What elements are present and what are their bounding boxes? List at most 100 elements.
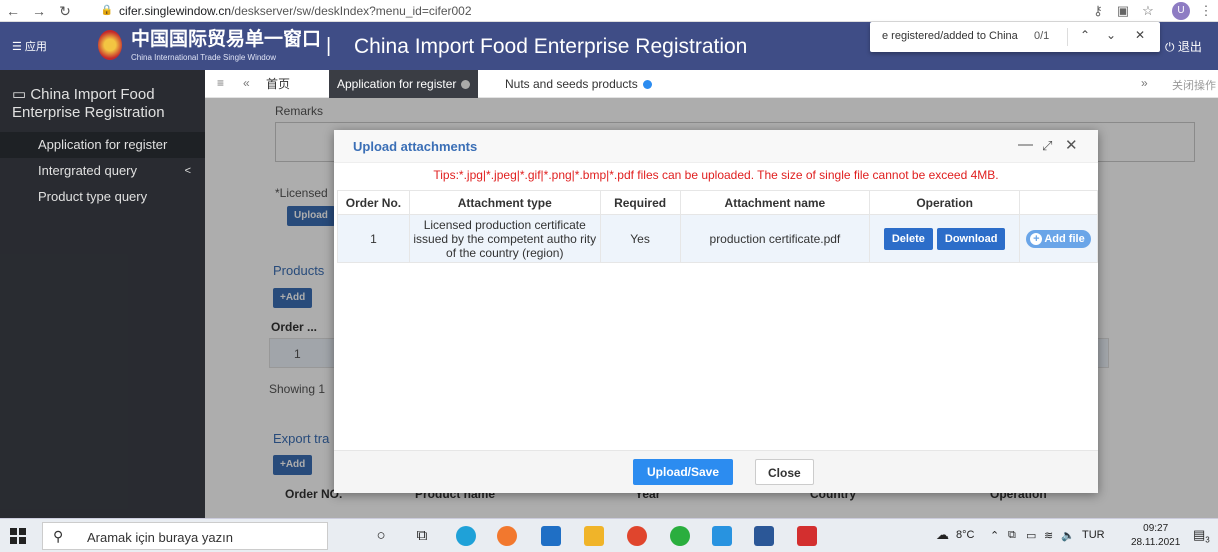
word-icon[interactable] [754,526,774,546]
find-close-icon[interactable]: ✕ [1132,28,1148,42]
taskbar-search-input[interactable]: ⚲ Aramak için buraya yazın [42,522,328,550]
dialog-footer: Upload/Save Close [334,450,1098,493]
app-menu-label: 应用 [24,41,47,53]
wifi-icon[interactable]: ≋ [1044,529,1053,542]
find-prev-icon[interactable]: ⌃ [1077,28,1093,42]
column-header-empty [1019,190,1098,215]
maximize-icon[interactable]: ⤢ [1042,138,1052,154]
tab-close-icon[interactable] [642,80,652,89]
scroll-right-icon[interactable]: » [1141,76,1148,90]
task-view-icon[interactable]: ⧉ [412,526,432,546]
add-file-cell: + Add file [1019,214,1098,263]
wechat-icon[interactable] [670,526,690,546]
column-header: Required [599,190,681,215]
address-bar[interactable]: cifer.singlewindow.cn/deskserver/sw/desk… [119,3,472,19]
emblem-logo [98,30,122,60]
edge-icon[interactable] [456,526,476,546]
notification-icon[interactable]: ▤3 [1193,527,1210,545]
tab-label: 首页 [266,77,291,91]
close-operations-menu[interactable]: 关闭操作 [1172,77,1216,93]
dialog-title: Upload attachments [353,139,478,154]
add-file-button[interactable]: + Add file [1026,229,1091,248]
delete-button[interactable]: Delete [883,227,933,250]
temperature-text: 8°C [956,529,975,541]
tab-nuts-seeds[interactable]: Nuts and seeds products [497,70,660,98]
scroll-left-icon[interactable]: « [243,76,250,90]
upload-save-button[interactable]: Upload/Save [633,459,734,485]
tab-bar: ≡ « 首页 Application for register Nuts and… [205,70,1218,98]
find-next-icon[interactable]: ⌄ [1103,28,1119,42]
battery-icon[interactable]: ▭ [1026,529,1036,542]
chrome-icon[interactable] [627,526,647,546]
date-text: 28.11.2021 [1131,537,1181,548]
browser-toolbar: ← → ↻ 🔒 cifer.singlewindow.cn/deskserver… [0,0,1218,22]
pdf-reader-icon[interactable] [797,526,817,546]
tab-application[interactable]: Application for register [329,70,479,98]
browser-menu-icon[interactable]: ⋮ [1196,2,1216,20]
windows-start-icon[interactable] [10,528,26,544]
order-cell: 1 [337,214,410,263]
extension-icon[interactable]: ▣ [1113,2,1133,20]
operation-cell: Delete Download [869,214,1021,263]
sidebar-backdrop [0,70,205,518]
required-cell: Yes [599,214,681,263]
weather-icon[interactable]: ☁ [936,527,949,543]
logout-button[interactable]: ⏻ 退出 [1165,38,1202,55]
tab-label: Application for register [337,77,457,91]
store-icon[interactable] [541,526,561,546]
column-header: Attachment type [408,190,601,215]
hamburger-icon[interactable]: ≡ [217,76,224,90]
notification-count: 3 [1205,535,1210,545]
dialog-header: Upload attachments — ⤢ ✕ [334,130,1098,163]
search-icon: ⚲ [53,528,64,544]
photos-icon[interactable] [712,526,732,546]
url-host: cifer.singlewindow.cn [119,4,232,18]
firefox-icon[interactable] [497,526,517,546]
search-placeholder: Aramak için buraya yazın [87,530,233,545]
logout-label: 退出 [1177,40,1202,54]
forward-icon[interactable]: → [30,2,48,20]
tab-close-icon[interactable] [461,80,471,89]
lock-icon: 🔒 [100,5,114,16]
attachment-type-cell: Licensed production certificate issued b… [408,214,601,263]
table-row: 1 Licensed production certificate issued… [337,214,1098,263]
profile-avatar[interactable]: U [1172,2,1190,20]
attachment-name-cell: production certificate.pdf [679,214,871,263]
find-in-page-bar: e registered/added to China 0/1 ⌃ ⌄ ✕ [870,22,1160,52]
column-header: Operation [869,190,1021,215]
network-icon[interactable]: ⧉ [1008,529,1016,542]
upload-tips: Tips:*.jpg|*.jpeg|*.gif|*.png|*.bmp|*.pd… [433,168,999,182]
add-file-label: Add file [1044,232,1085,245]
bookmark-star-icon[interactable]: ☆ [1138,2,1158,20]
column-header: Attachment name [679,190,871,215]
clock[interactable]: 09:27 28.11.2021 [1131,522,1180,550]
volume-icon[interactable]: 🔈 [1061,529,1075,542]
close-button[interactable]: Close [755,459,814,485]
windows-taskbar: ⚲ Aramak için buraya yazın ○ ⧉ ☁ 8°C ⌃ ⧉… [0,518,1218,552]
cortana-icon[interactable]: ○ [371,526,391,546]
back-icon[interactable]: ← [4,2,22,20]
attachments-table: Order No. Attachment type Required Attac… [337,190,1098,263]
column-header: Order No. [337,190,410,215]
upload-attachments-dialog: Upload attachments — ⤢ ✕ Tips:*.jpg|*.jp… [334,130,1098,493]
time-text: 09:27 [1143,523,1169,534]
tab-home[interactable]: 首页 [258,70,298,98]
table-header-row: Order No. Attachment type Required Attac… [337,190,1098,215]
file-explorer-icon[interactable] [584,526,604,546]
download-button[interactable]: Download [936,227,1006,250]
tray-up-icon[interactable]: ⌃ [990,529,999,542]
url-path: /deskserver/sw/deskIndex?menu_id=cifer00… [231,4,472,18]
reload-icon[interactable]: ↻ [56,2,74,20]
page-title: China Import Food Enterprise Registratio… [354,35,748,58]
tab-label: Nuts and seeds products [505,77,638,91]
language-indicator[interactable]: TUR [1082,529,1105,541]
close-icon[interactable]: ✕ [1065,136,1078,154]
app-menu-button[interactable]: ☰ 应用 [12,38,47,54]
key-icon[interactable]: ⚷ [1088,2,1108,20]
logo-chinese-text: 中国国际贸易单一窗口 [131,29,322,50]
logo-english-text: China International Trade Single Window [131,53,276,62]
find-input[interactable]: e registered/added to China [882,30,1030,42]
minimize-icon[interactable]: — [1018,136,1033,153]
header-separator: | [326,35,332,57]
find-count: 0/1 [1034,30,1050,42]
